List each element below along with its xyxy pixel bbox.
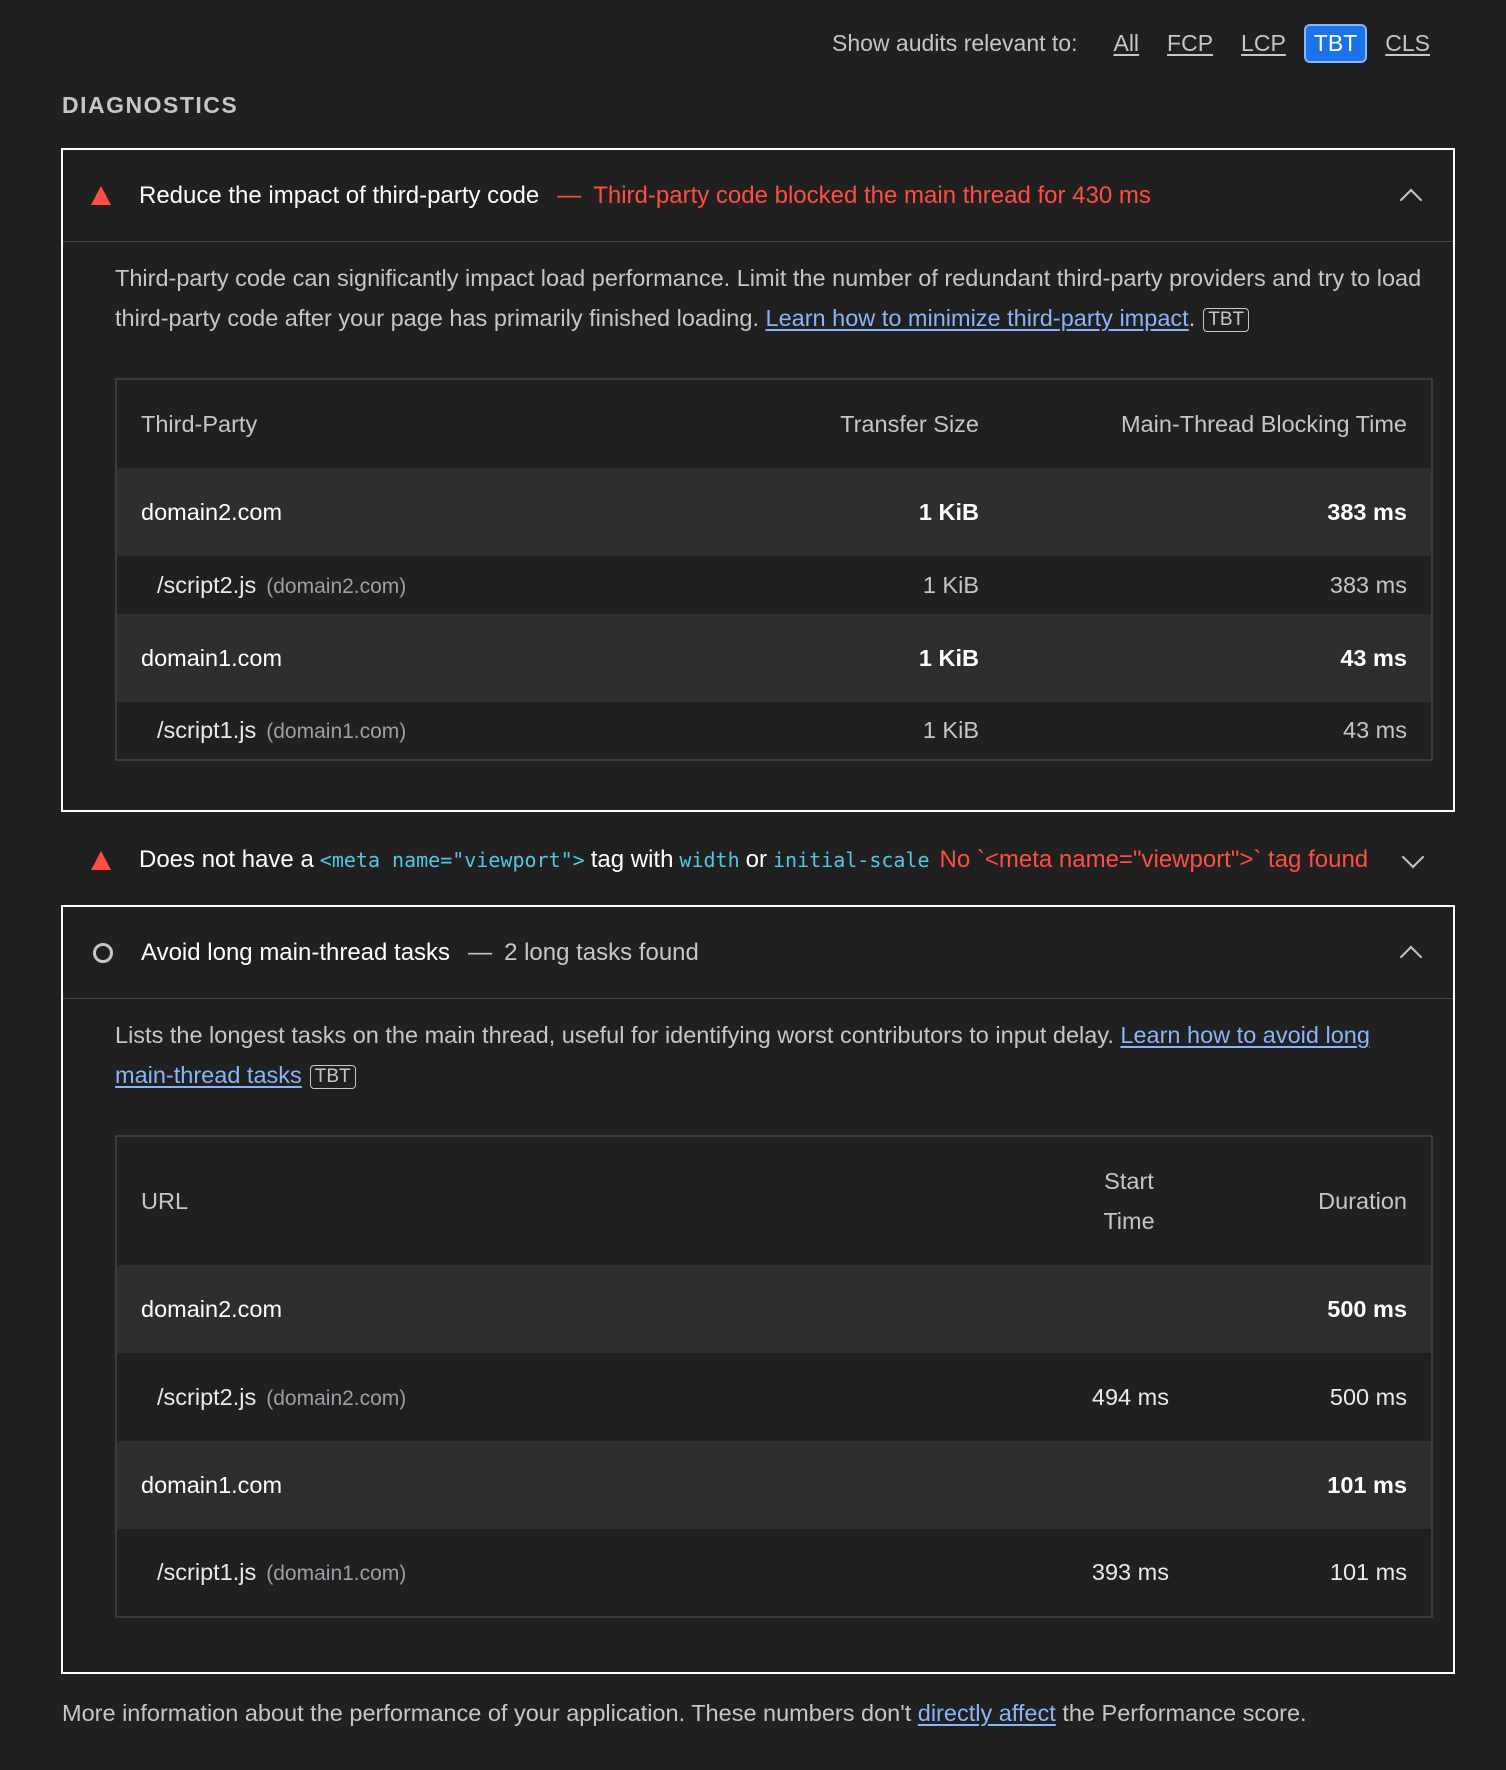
footer-text-pre: More information about the performance o… bbox=[62, 1700, 918, 1726]
audit-display-value: No `<meta name="viewport">` tag found bbox=[939, 846, 1369, 873]
col-header-start-time: Start Time bbox=[1065, 1136, 1193, 1265]
long-tasks-table: URL Start Time Duration domain2.com 500 … bbox=[115, 1135, 1433, 1618]
audit-title-pre: Does not have a bbox=[139, 846, 314, 873]
blocking-time: 383 ms bbox=[1003, 468, 1432, 556]
script-url[interactable]: /script1.js bbox=[157, 717, 256, 743]
start-time-empty bbox=[1065, 1441, 1193, 1529]
code-meta-viewport: <meta name="viewport"> bbox=[319, 848, 585, 872]
filter-chip-cls[interactable]: CLS bbox=[1375, 24, 1440, 63]
audit-third-party: Reduce the impact of third-party code — … bbox=[61, 148, 1455, 812]
audit-separator: — bbox=[468, 938, 493, 966]
audit-title: Reduce the impact of third-party code bbox=[139, 181, 540, 209]
script-url[interactable]: /script1.js bbox=[157, 1559, 256, 1585]
subrow-url: /script1.js (domain1.com) bbox=[116, 702, 695, 760]
col-header-transfer-size: Transfer Size bbox=[695, 379, 1003, 468]
audit-description: Lists the longest tasks on the main thre… bbox=[63, 999, 1453, 1095]
script-url[interactable]: /script2.js bbox=[157, 1384, 256, 1410]
start-time-empty bbox=[1065, 1265, 1193, 1353]
filter-chip-all[interactable]: All bbox=[1103, 24, 1149, 63]
audit-title-or: or bbox=[745, 846, 767, 873]
table-row: domain2.com 1 KiB 383 ms bbox=[116, 468, 1432, 556]
blocking-time: 43 ms bbox=[1003, 702, 1432, 760]
code-initial-scale: initial-scale bbox=[772, 848, 930, 872]
table-row: domain1.com 101 ms bbox=[116, 1441, 1432, 1529]
start-time: 393 ms bbox=[1065, 1529, 1193, 1617]
audit-description-text: Lists the longest tasks on the main thre… bbox=[115, 1022, 1121, 1048]
script-url[interactable]: /script2.js bbox=[157, 572, 256, 598]
col-header-third-party: Third-Party bbox=[116, 379, 695, 468]
audit-title-mid: tag with bbox=[590, 846, 674, 873]
transfer-size: 1 KiB bbox=[695, 614, 1003, 702]
script-domain: (domain1.com) bbox=[266, 720, 407, 743]
filter-chip-fcp[interactable]: FCP bbox=[1157, 24, 1223, 63]
chevron-up-icon[interactable] bbox=[1399, 945, 1423, 968]
entity-name: domain1.com bbox=[116, 614, 695, 702]
audit-description: Third-party code can significantly impac… bbox=[63, 242, 1453, 338]
entity-name: domain2.com bbox=[116, 1265, 1065, 1353]
filter-label: Show audits relevant to: bbox=[832, 30, 1078, 56]
section-title: DIAGNOSTICS bbox=[62, 92, 239, 118]
script-domain: (domain1.com) bbox=[266, 1562, 407, 1585]
transfer-size: 1 KiB bbox=[695, 702, 1003, 760]
script-domain: (domain2.com) bbox=[266, 574, 407, 598]
subrow-url: /script2.js (domain2.com) bbox=[116, 556, 695, 614]
col-header-url: URL bbox=[116, 1136, 1065, 1265]
audit-long-tasks-header[interactable]: Avoid long main-thread tasks — 2 long ta… bbox=[63, 907, 1453, 999]
audit-third-party-header[interactable]: Reduce the impact of third-party code — … bbox=[63, 150, 1453, 242]
table-subrow: /script2.js (domain2.com) 1 KiB 383 ms bbox=[116, 556, 1432, 614]
table-subrow: /script1.js (domain1.com) 1 KiB 43 ms bbox=[116, 702, 1432, 760]
metric-tag: TBT bbox=[1203, 308, 1250, 332]
duration: 500 ms bbox=[1193, 1353, 1432, 1441]
audit-display-value: Third-party code blocked the main thread… bbox=[593, 181, 1151, 209]
script-domain: (domain2.com) bbox=[266, 1386, 407, 1410]
table-row: domain1.com 1 KiB 43 ms bbox=[116, 614, 1432, 702]
audit-filter-bar: Show audits relevant to: All FCP LCP TBT… bbox=[832, 24, 1444, 63]
entity-name: domain2.com bbox=[116, 468, 695, 556]
description-period: . bbox=[1188, 305, 1196, 331]
code-width: width bbox=[679, 848, 740, 872]
audit-viewport[interactable]: Does not have a <meta name="viewport"> t… bbox=[61, 814, 1455, 906]
col-header-duration: Duration bbox=[1193, 1136, 1432, 1265]
diagnostics-page: Show audits relevant to: All FCP LCP TBT… bbox=[0, 0, 1506, 1770]
filter-chip-tbt[interactable]: TBT bbox=[1303, 24, 1368, 63]
table-subrow: /script2.js (domain2.com) 494 ms 500 ms bbox=[116, 1353, 1432, 1441]
table-row: domain2.com 500 ms bbox=[116, 1265, 1432, 1353]
duration: 101 ms bbox=[1193, 1529, 1432, 1617]
directly-affect-link[interactable]: directly affect bbox=[918, 1700, 1056, 1726]
fail-triangle-icon bbox=[91, 186, 111, 205]
audit-title: Avoid long main-thread tasks bbox=[141, 938, 451, 966]
info-circle-icon bbox=[93, 942, 113, 963]
chevron-down-icon[interactable] bbox=[1401, 845, 1425, 869]
subrow-url: /script1.js (domain1.com) bbox=[116, 1529, 1065, 1617]
duration: 500 ms bbox=[1193, 1265, 1432, 1353]
audit-display-value: 2 long tasks found bbox=[504, 938, 699, 966]
entity-name: domain1.com bbox=[116, 1441, 1065, 1529]
transfer-size: 1 KiB bbox=[695, 556, 1003, 614]
filter-chip-lcp[interactable]: LCP bbox=[1231, 24, 1296, 63]
audit-separator: — bbox=[557, 181, 582, 209]
duration: 101 ms bbox=[1193, 1441, 1432, 1529]
subrow-url: /script2.js (domain2.com) bbox=[116, 1353, 1065, 1441]
blocking-time: 383 ms bbox=[1003, 556, 1432, 614]
chevron-up-icon[interactable] bbox=[1399, 188, 1423, 211]
transfer-size: 1 KiB bbox=[695, 468, 1003, 556]
start-time: 494 ms bbox=[1065, 1353, 1193, 1441]
metric-tag: TBT bbox=[309, 1065, 356, 1089]
blocking-time: 43 ms bbox=[1003, 614, 1432, 702]
diagnostics-footer: More information about the performance o… bbox=[62, 1700, 1307, 1727]
third-party-table: Third-Party Transfer Size Main-Thread Bl… bbox=[115, 378, 1433, 761]
table-subrow: /script1.js (domain1.com) 393 ms 101 ms bbox=[116, 1529, 1432, 1617]
learn-more-link[interactable]: Learn how to minimize third-party impact bbox=[766, 305, 1189, 331]
fail-triangle-icon bbox=[91, 850, 111, 870]
footer-text-post: the Performance score. bbox=[1055, 1700, 1307, 1726]
col-header-blocking-time: Main-Thread Blocking Time bbox=[1003, 379, 1432, 468]
audit-long-tasks: Avoid long main-thread tasks — 2 long ta… bbox=[61, 905, 1455, 1674]
